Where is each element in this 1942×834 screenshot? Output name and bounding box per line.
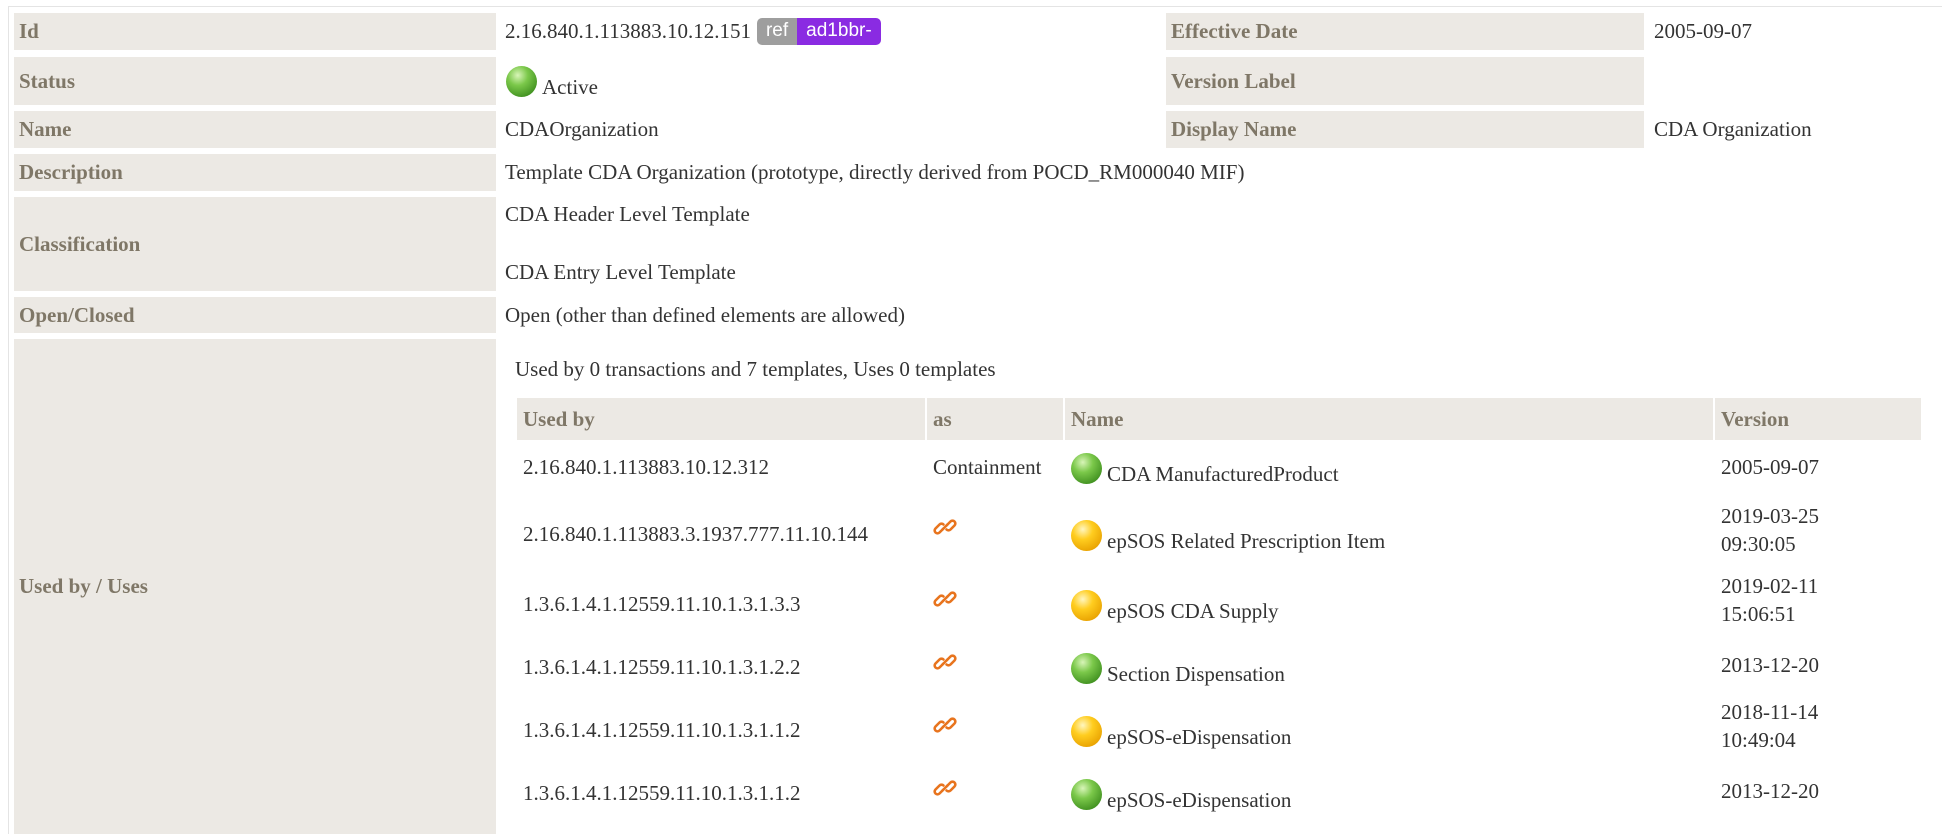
table-row-as[interactable] (933, 584, 957, 614)
column-header-name: Name (1065, 398, 1713, 440)
status-draft-icon (1071, 589, 1102, 621)
table-row-as[interactable] (933, 512, 957, 542)
status-label: Status (14, 57, 496, 105)
link-icon[interactable] (933, 515, 957, 539)
open-closed-value: Open (other than defined elements are al… (505, 302, 905, 327)
column-header-version: Version (1715, 398, 1921, 440)
table-row-used-by[interactable]: 1.3.6.1.4.1.12559.11.10.1.3.1.1.2 (523, 771, 800, 815)
table-row-version-date: 2018-11-14 (1721, 699, 1819, 724)
link-icon[interactable] (933, 776, 957, 800)
table-row-used-by[interactable]: 1.3.6.1.4.1.12559.11.10.1.3.1.3.3 (523, 582, 800, 626)
table-row-as[interactable] (933, 647, 957, 677)
status-draft-icon (1071, 519, 1102, 551)
column-header-as: as (927, 398, 1063, 440)
table-row-as[interactable] (933, 710, 957, 740)
prefix-badge[interactable]: ad1bbr- (797, 18, 881, 45)
table-row-as[interactable] (933, 773, 957, 803)
table-row-version-date: 2019-02-11 (1721, 573, 1819, 598)
table-row-name-group[interactable]: Section Dispensation (1071, 645, 1285, 689)
table-row-version-time: 10:49:04 (1721, 727, 1796, 752)
table-row-name[interactable]: epSOS CDA Supply (1107, 599, 1279, 624)
table-row-name-group[interactable]: CDA ManufacturedProduct (1071, 447, 1339, 487)
description-label: Description (14, 154, 496, 191)
id-label: Id (14, 13, 496, 50)
status-active-icon (1071, 652, 1102, 684)
table-row-version-time: 15:06:51 (1721, 601, 1796, 626)
status-value-group: Active (506, 57, 598, 105)
table-row-name-group[interactable]: epSOS-eDispensation (1071, 708, 1291, 752)
table-row-as: Containment (933, 454, 1042, 479)
column-header-used-by: Used by (517, 398, 925, 440)
table-row-name-group[interactable]: epSOS Related Prescription Item (1071, 512, 1385, 556)
classification-value-1: CDA Header Level Template (505, 201, 750, 226)
description-value: Template CDA Organization (prototype, di… (505, 160, 1245, 184)
display-name-value: CDA Organization (1654, 117, 1812, 141)
classification-label: Classification (14, 197, 496, 291)
version-label-label: Version Label (1166, 57, 1644, 105)
name-label: Name (14, 111, 496, 148)
table-row-name[interactable]: epSOS-eDispensation (1107, 725, 1291, 750)
ref-badge[interactable]: ref (756, 18, 798, 45)
table-row-used-by[interactable]: 1.3.6.1.4.1.12559.11.10.1.3.1.1.2 (523, 708, 800, 752)
status-active-icon (506, 65, 537, 97)
status-value: Active (542, 74, 598, 99)
status-active-icon (1071, 778, 1102, 810)
table-row-version-time: 09:30:05 (1721, 531, 1796, 556)
open-closed-label: Open/Closed (14, 297, 496, 333)
effective-date-label: Effective Date (1166, 13, 1644, 50)
id-value: 2.16.840.1.113883.10.12.151 (505, 19, 751, 43)
table-row-name-group[interactable]: epSOS-eDispensation (1071, 771, 1291, 815)
link-icon[interactable] (933, 713, 957, 737)
link-icon[interactable] (933, 650, 957, 674)
table-row-used-by[interactable]: 2.16.840.1.113883.10.12.312 (523, 447, 769, 487)
table-row-name-group[interactable]: epSOS CDA Supply (1071, 582, 1279, 626)
table-row-name[interactable]: CDA ManufacturedProduct (1107, 462, 1339, 487)
table-row-name[interactable]: epSOS-eDispensation (1107, 788, 1291, 813)
table-row-version: 2013-12-20 (1721, 652, 1819, 677)
table-row-name[interactable]: epSOS Related Prescription Item (1107, 529, 1385, 554)
status-draft-icon (1071, 715, 1102, 747)
table-row-version: 2005-09-07 (1721, 454, 1819, 479)
display-name-label: Display Name (1166, 111, 1644, 148)
id-value-group: 2.16.840.1.113883.10.12.151 ref ad1bbr- (505, 13, 881, 50)
left-border (8, 6, 9, 834)
used-by-summary: Used by 0 transactions and 7 templates, … (515, 356, 996, 381)
status-active-icon (1071, 452, 1102, 484)
link-icon[interactable] (933, 587, 957, 611)
name-value: CDAOrganization (505, 117, 659, 141)
used-by-uses-label: Used by / Uses (14, 339, 496, 834)
effective-date-value: 2005-09-07 (1654, 19, 1752, 43)
table-row-name[interactable]: Section Dispensation (1107, 662, 1285, 687)
table-row-version-date: 2019-03-25 (1721, 503, 1819, 528)
table-row-version: 2013-12-20 (1721, 778, 1819, 803)
classification-value-2: CDA Entry Level Template (505, 259, 736, 284)
table-row-used-by[interactable]: 1.3.6.1.4.1.12559.11.10.1.3.1.2.2 (523, 645, 800, 689)
top-border (8, 6, 1942, 7)
table-row-used-by[interactable]: 2.16.840.1.113883.3.1937.777.11.10.144 (523, 512, 868, 556)
